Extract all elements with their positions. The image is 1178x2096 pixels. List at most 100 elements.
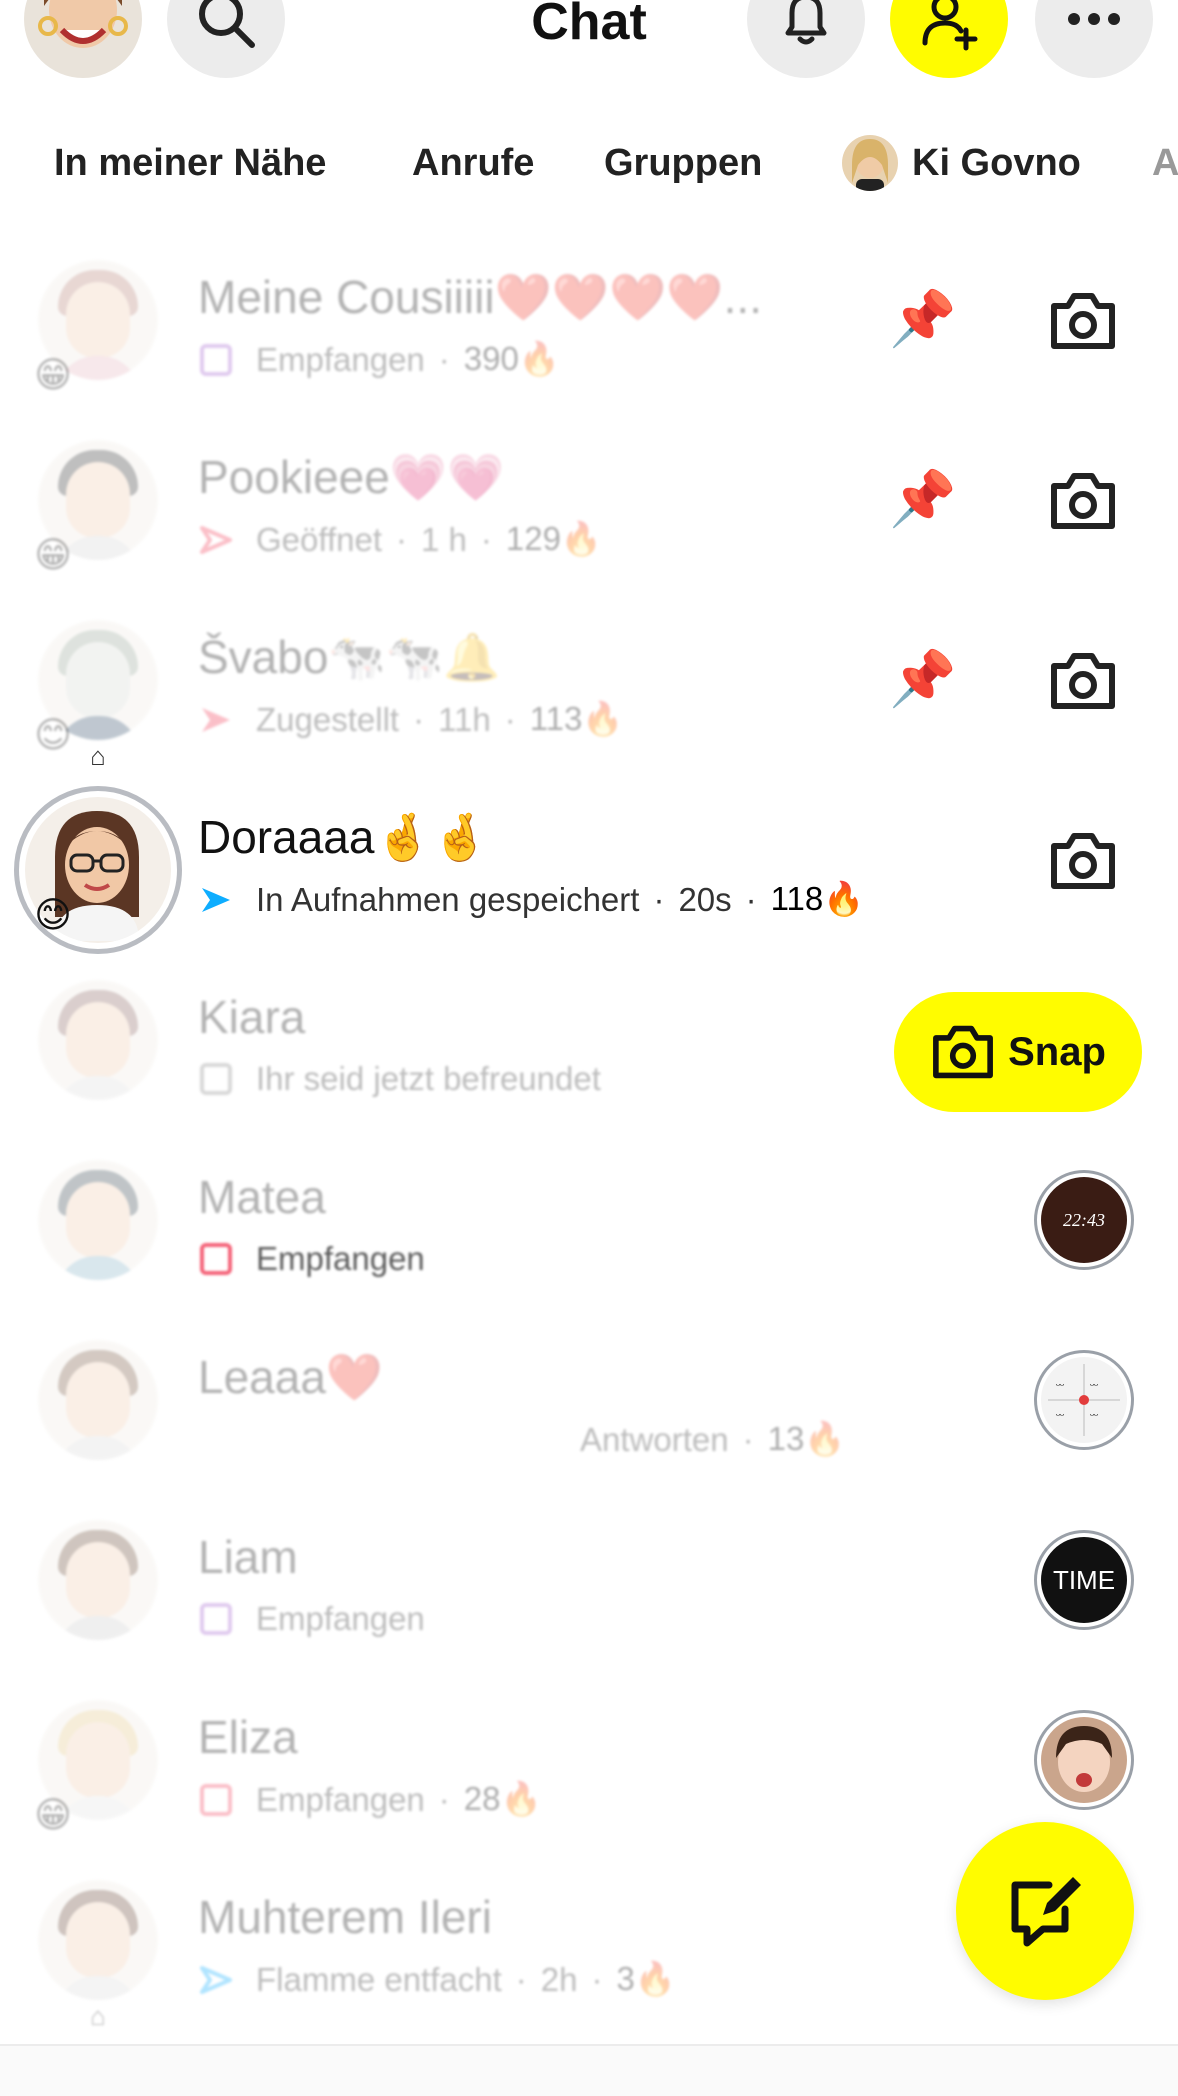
story-thumbnail[interactable]: 22:43 (1034, 1170, 1134, 1270)
add-friend-icon (922, 0, 978, 51)
new-chat-button[interactable] (956, 1822, 1134, 2000)
chat-name: Pookieee💗💗 (198, 451, 505, 503)
chat-row[interactable]: 😊 ⌂ Švabo🐄🐄🔔 Zugestellt · 11h · 113🔥 📌 (0, 600, 1178, 780)
svg-text:ᵕᵕ: ᵕᵕ (1090, 1409, 1098, 1424)
avatar (38, 980, 158, 1100)
pin-icon: 📌 (889, 289, 957, 349)
sent-chat-icon (202, 887, 230, 912)
time-text: 11h (438, 700, 491, 738)
story-thumbnail[interactable] (1034, 1710, 1134, 1810)
chat-row[interactable]: Liam Empfangen TIME (0, 1500, 1178, 1680)
camera-reply-icon[interactable] (1048, 290, 1118, 352)
friend-emoji: 😁 (34, 1794, 72, 1835)
chat-name: Matea (198, 1171, 326, 1223)
snap-button-label: Snap (1008, 1029, 1106, 1074)
streak-count: 390🔥 (463, 340, 560, 377)
status-text: Empfangen (256, 1600, 425, 1637)
delivered-snap-icon (202, 707, 230, 732)
chat-status: Empfangen (198, 1240, 425, 1278)
story-thumbnail[interactable]: ᵕᵕ ᵕᵕ ᵕᵕ ᵕᵕ (1034, 1350, 1134, 1450)
chat-name: Švabo🐄🐄🔔 (198, 631, 501, 683)
status-text: Ihr seid jetzt befreundet (256, 1060, 601, 1097)
chat-name: Eliza (198, 1711, 298, 1763)
streak-count: 3🔥 (616, 1960, 676, 1997)
received-snap-icon (200, 1243, 232, 1275)
chat-status: Empfangen (198, 1600, 425, 1638)
received-chat-icon (200, 1603, 232, 1635)
friend-emoji: 😊 (34, 714, 72, 755)
status-text: Flamme entfacht (256, 1960, 502, 1998)
opened-snap-icon (200, 525, 232, 554)
streak-count: 129🔥 (505, 520, 603, 557)
status-text: In Aufnahmen gespeichert (256, 880, 640, 918)
story-thumbnail-image (1041, 1717, 1127, 1803)
received-chat-icon (200, 343, 232, 376)
ki-govno-avatar (842, 135, 898, 191)
status-text: Geöffnet (256, 520, 382, 558)
chat-row[interactable]: 😊 Doraaaa🤞🤞 In Aufnahmen gespeichert · 2… (0, 780, 1178, 960)
received-snap-icon (200, 1783, 232, 1816)
status-text: Empfangen (256, 340, 425, 378)
filter-label: In meiner Nähe (54, 141, 327, 184)
story-thumbnail[interactable]: TIME (1034, 1530, 1134, 1630)
story-thumbnail-text: TIME (1041, 1537, 1127, 1623)
svg-text:ᵕᵕ: ᵕᵕ (1090, 1379, 1098, 1394)
streak-count: 113🔥 (529, 700, 624, 737)
streak-count: 13🔥 (767, 1420, 846, 1457)
notifications-button[interactable] (747, 0, 865, 78)
avatar (38, 1880, 158, 2000)
chat-status: Empfangen · 390🔥 (198, 340, 560, 379)
chat-name: Kiara (198, 991, 306, 1043)
bell-icon (785, 0, 827, 45)
friend-emoji: 😁 (34, 534, 72, 575)
chat-row[interactable]: 😁 Pookieee💗💗 Geöffnet · 1 h · 129🔥 📌 (0, 420, 1178, 600)
chat-name: Meine Cousiiiii❤️❤️❤️❤️... (198, 271, 762, 323)
filter-more[interactable]: A (1152, 128, 1178, 198)
time-text: 20s (678, 880, 732, 918)
pin-icon: 📌 (889, 469, 957, 529)
friend-emoji: 😊 (34, 894, 72, 935)
chat-screen: Chat In meiner Nähe Anrufe Gruppen Ki Go… (0, 0, 1178, 2096)
more-button[interactable] (1035, 0, 1153, 78)
filter-calls[interactable]: Anrufe (412, 128, 534, 198)
filter-ki-govno[interactable]: Ki Govno (842, 128, 1081, 198)
chat-row[interactable]: Matea Empfangen 22:43 (0, 1140, 1178, 1320)
avatar (38, 1340, 158, 1460)
chat-status: Geöffnet · 1 h · 129🔥 (198, 520, 602, 559)
chat-status: Empfangen · 28🔥 (198, 1780, 542, 1819)
filter-label: Gruppen (604, 141, 763, 184)
chat-status: In Aufnahmen gespeichert · 20s · 118🔥 (198, 880, 864, 919)
svg-text:ᵕᵕ: ᵕᵕ (1056, 1409, 1064, 1424)
chat-row[interactable]: 😁 Meine Cousiiiii❤️❤️❤️❤️... Empfangen ·… (0, 240, 1178, 420)
status-text: Antworten (580, 1420, 729, 1458)
header: Chat (0, 0, 1178, 80)
chat-name: Muhterem Ileri (198, 1891, 492, 1943)
bottom-bar (0, 2046, 1178, 2096)
add-friend-button[interactable] (890, 0, 1008, 78)
status-text: Zugestellt (256, 700, 400, 738)
chat-name: Liam (198, 1531, 298, 1583)
chat-name: Doraaaa🤞🤞 (198, 811, 490, 863)
time-text: 1 h (421, 520, 467, 558)
filter-label: Anrufe (412, 141, 535, 184)
chat-row[interactable]: Leaaa❤️ Antworten · 13🔥 ᵕᵕ ᵕᵕ ᵕᵕ ᵕᵕ (0, 1320, 1178, 1500)
camera-reply-icon[interactable] (1048, 830, 1118, 892)
more-icon (1068, 13, 1120, 25)
camera-reply-icon[interactable] (1048, 470, 1118, 532)
snap-button[interactable]: Snap (894, 992, 1142, 1112)
streak-count: 28🔥 (463, 1780, 542, 1817)
chat-status: Flamme entfacht · 2h · 3🔥 (198, 1960, 676, 1999)
chat-row[interactable]: Kiara Ihr seid jetzt befreundet Snap (0, 960, 1178, 1140)
time-text: 2h (540, 1960, 578, 1998)
avatar (38, 1160, 158, 1280)
filter-groups[interactable]: Gruppen (604, 128, 762, 198)
status-text: Empfangen (256, 1240, 425, 1277)
camera-icon (933, 1025, 994, 1079)
streak-count: 118🔥 (770, 880, 865, 917)
friend-emoji: 😁 (34, 354, 72, 395)
filter-nearby[interactable]: In meiner Nähe (54, 128, 326, 198)
camera-reply-icon[interactable] (1048, 650, 1118, 712)
sent-chat-icon (200, 1965, 232, 1994)
status-text: Empfangen (256, 1780, 425, 1818)
chat-status: Antworten · 13🔥 (580, 1420, 846, 1458)
